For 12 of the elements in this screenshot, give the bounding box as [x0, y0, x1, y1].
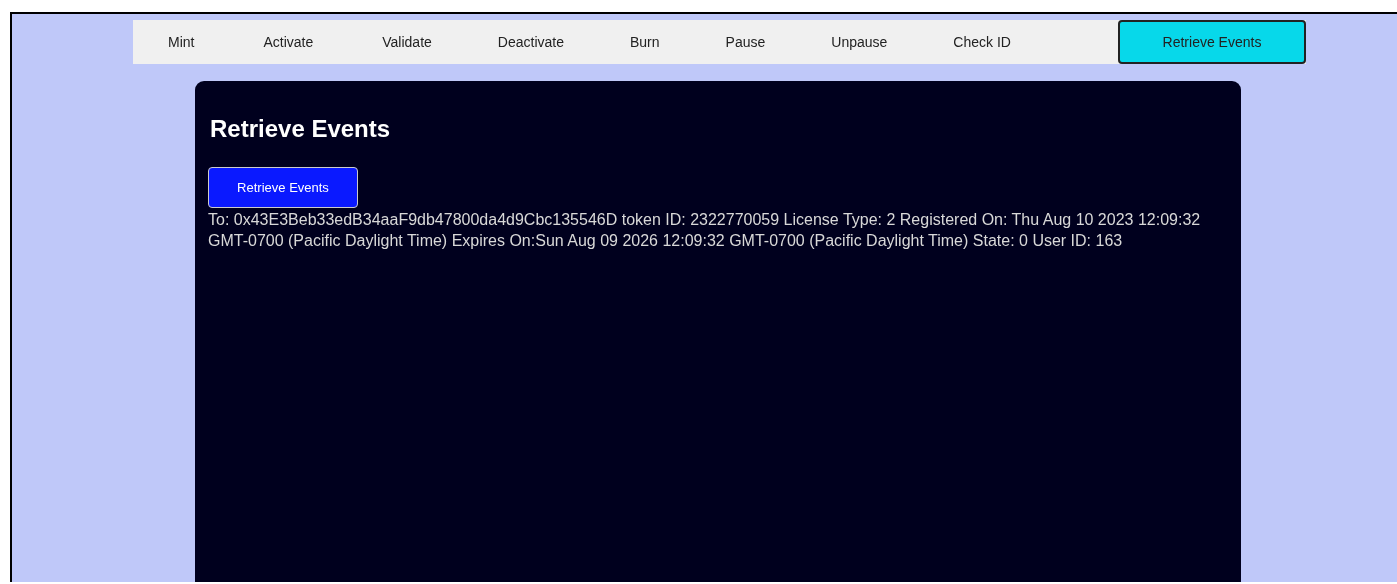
panel-title: Retrieve Events	[210, 115, 392, 143]
tab[interactable]: Pause	[692, 20, 799, 64]
tab[interactable]: Burn	[597, 20, 693, 64]
retrieve-button[interactable]: Retrieve Events	[208, 167, 358, 208]
tab[interactable]: Deactivate	[464, 20, 597, 64]
tab[interactable]: Check ID	[920, 20, 1044, 64]
tab[interactable]: Mint	[133, 20, 228, 64]
tab[interactable]: Validate	[349, 20, 465, 64]
tab[interactable]: Activate	[227, 20, 350, 64]
event-result-text: To: 0x43E3Beb33edB34aaF9db47800da4d9Cbc135546D token ID: 2322770059 License Type: 2 Registered On: Thu Aug 10 2023 12:09:32 GMT-0700 (Pacific Daylight Time) Expires On:Sun Aug 09 2026 12:09:32 GMT-0700 (Pacific Daylight Time) State: 0 User ID: 163	[208, 210, 1202, 251]
tab[interactable]: Unpause	[798, 20, 921, 64]
tab[interactable]: Retrieve Events	[1118, 20, 1306, 64]
